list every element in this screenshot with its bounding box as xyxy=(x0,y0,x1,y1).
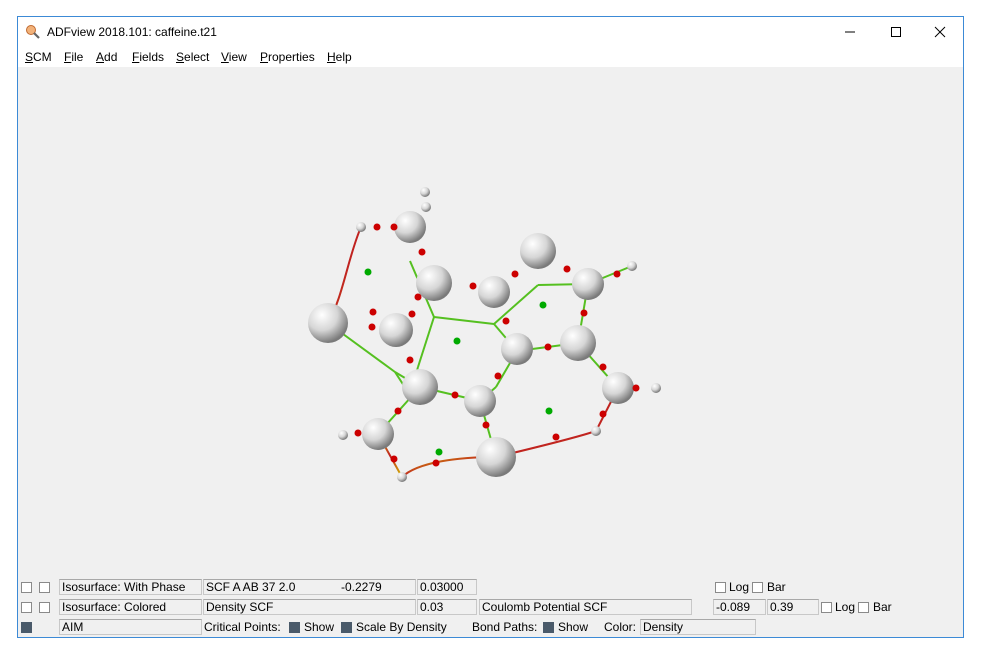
atom-h5[interactable] xyxy=(651,383,661,393)
atom-h7[interactable] xyxy=(338,430,348,440)
row1-visible-checkbox[interactable] xyxy=(21,582,32,593)
aim-row: AIM Critical Points: Show Scale By Densi… xyxy=(18,617,963,637)
minimize-icon xyxy=(845,31,855,33)
menu-bar: SCM File Add Fields Select View Properti… xyxy=(18,47,963,67)
atom-h4[interactable] xyxy=(627,261,637,271)
scale-by-density-label: Scale By Density xyxy=(356,620,447,634)
bond-paths-show-checkbox[interactable] xyxy=(543,622,554,633)
isosurface-phase-row: Isosurface: With Phase SCF A AB 37 2.0 -0… xyxy=(18,577,963,597)
row1-log-checkbox[interactable] xyxy=(715,582,726,593)
minimize-button[interactable] xyxy=(827,17,873,47)
scale-by-density-checkbox[interactable] xyxy=(341,622,352,633)
row2-bar-checkbox[interactable] xyxy=(858,602,869,613)
critical-points-show-label: Show xyxy=(304,620,335,634)
atom-c-methyl2[interactable] xyxy=(602,372,634,404)
title-bar[interactable]: ADFview 2018.101: caffeine.t21 xyxy=(18,17,963,47)
atom-o1[interactable] xyxy=(308,303,348,343)
row1-bar-checkbox[interactable] xyxy=(752,582,763,593)
critical-points-label: Critical Points: xyxy=(204,620,281,634)
row2-min-input[interactable]: -0.089 xyxy=(713,599,766,615)
row2-max-input[interactable]: 0.39 xyxy=(767,599,819,615)
row2-log-checkbox[interactable] xyxy=(821,602,832,613)
row1-log-label: Log xyxy=(729,580,750,594)
color-label: Color: xyxy=(604,620,637,634)
bond-path-color-selector[interactable]: Density xyxy=(640,619,756,635)
atom-c-methyl3[interactable] xyxy=(362,418,394,450)
atom-n2[interactable] xyxy=(572,268,604,300)
menu-add[interactable]: Add xyxy=(96,50,117,64)
menu-properties[interactable]: Properties xyxy=(260,50,315,64)
menu-view[interactable]: View xyxy=(221,50,247,64)
row2-field-selector[interactable]: Density SCF xyxy=(203,599,416,615)
critical-points-show-checkbox[interactable] xyxy=(289,622,300,633)
atom-h1[interactable] xyxy=(356,222,366,232)
atom-h6[interactable] xyxy=(591,426,601,436)
isosurface-colored-row: Isosurface: Colored Density SCF 0.03 Cou… xyxy=(18,597,963,617)
window-title: ADFview 2018.101: caffeine.t21 xyxy=(47,25,217,39)
close-icon xyxy=(934,26,946,38)
row3-name-field[interactable]: AIM xyxy=(59,619,202,635)
row3-visible-checkbox[interactable] xyxy=(21,622,32,633)
molecule-viewport[interactable] xyxy=(18,67,963,577)
atom-n3[interactable] xyxy=(402,369,438,405)
maximize-icon xyxy=(891,27,901,37)
menu-help[interactable]: Help xyxy=(327,50,352,64)
row1-field-selector[interactable]: SCF A AB 37 2.0 -0.2279 xyxy=(203,579,416,595)
row1-name-field[interactable]: Isosurface: With Phase xyxy=(59,579,202,595)
row2-log-label: Log xyxy=(835,600,856,614)
atom-c3[interactable] xyxy=(560,325,596,361)
atom-n1[interactable] xyxy=(416,265,452,301)
atom-h3[interactable] xyxy=(421,202,431,212)
atoms xyxy=(308,187,661,482)
menu-select[interactable]: Select xyxy=(176,50,209,64)
atom-c4[interactable] xyxy=(501,333,533,365)
bond-paths-show-label: Show xyxy=(558,620,589,634)
atom-c5[interactable] xyxy=(464,385,496,417)
row1-select-checkbox[interactable] xyxy=(39,582,50,593)
menu-scm[interactable]: SCM xyxy=(25,50,52,64)
atom-c-methyl1[interactable] xyxy=(394,211,426,243)
bond-paths-label: Bond Paths: xyxy=(472,620,538,634)
caffeine-molecule-render[interactable] xyxy=(18,67,963,577)
menu-fields[interactable]: Fields xyxy=(132,50,164,64)
atom-c2[interactable] xyxy=(478,276,510,308)
row2-color-field-selector[interactable]: Coulomb Potential SCF xyxy=(479,599,692,615)
row2-visible-checkbox[interactable] xyxy=(21,602,32,613)
atom-o2[interactable] xyxy=(520,233,556,269)
atom-h2[interactable] xyxy=(420,187,430,197)
row2-name-field[interactable]: Isosurface: Colored xyxy=(59,599,202,615)
close-button[interactable] xyxy=(917,17,963,47)
row1-iso-value-input[interactable]: 0.03000 xyxy=(417,579,477,595)
atom-c1[interactable] xyxy=(379,313,413,347)
row2-iso-value-input[interactable]: 0.03 xyxy=(417,599,477,615)
row2-select-checkbox[interactable] xyxy=(39,602,50,613)
adfview-app-icon xyxy=(26,25,40,39)
app-window: ADFview 2018.101: caffeine.t21 SCM File … xyxy=(17,16,964,638)
atom-o3[interactable] xyxy=(476,437,516,477)
menu-file[interactable]: File xyxy=(64,50,83,64)
maximize-button[interactable] xyxy=(873,17,919,47)
row2-bar-label: Bar xyxy=(873,600,892,614)
atom-h8[interactable] xyxy=(397,472,407,482)
row1-bar-label: Bar xyxy=(767,580,786,594)
